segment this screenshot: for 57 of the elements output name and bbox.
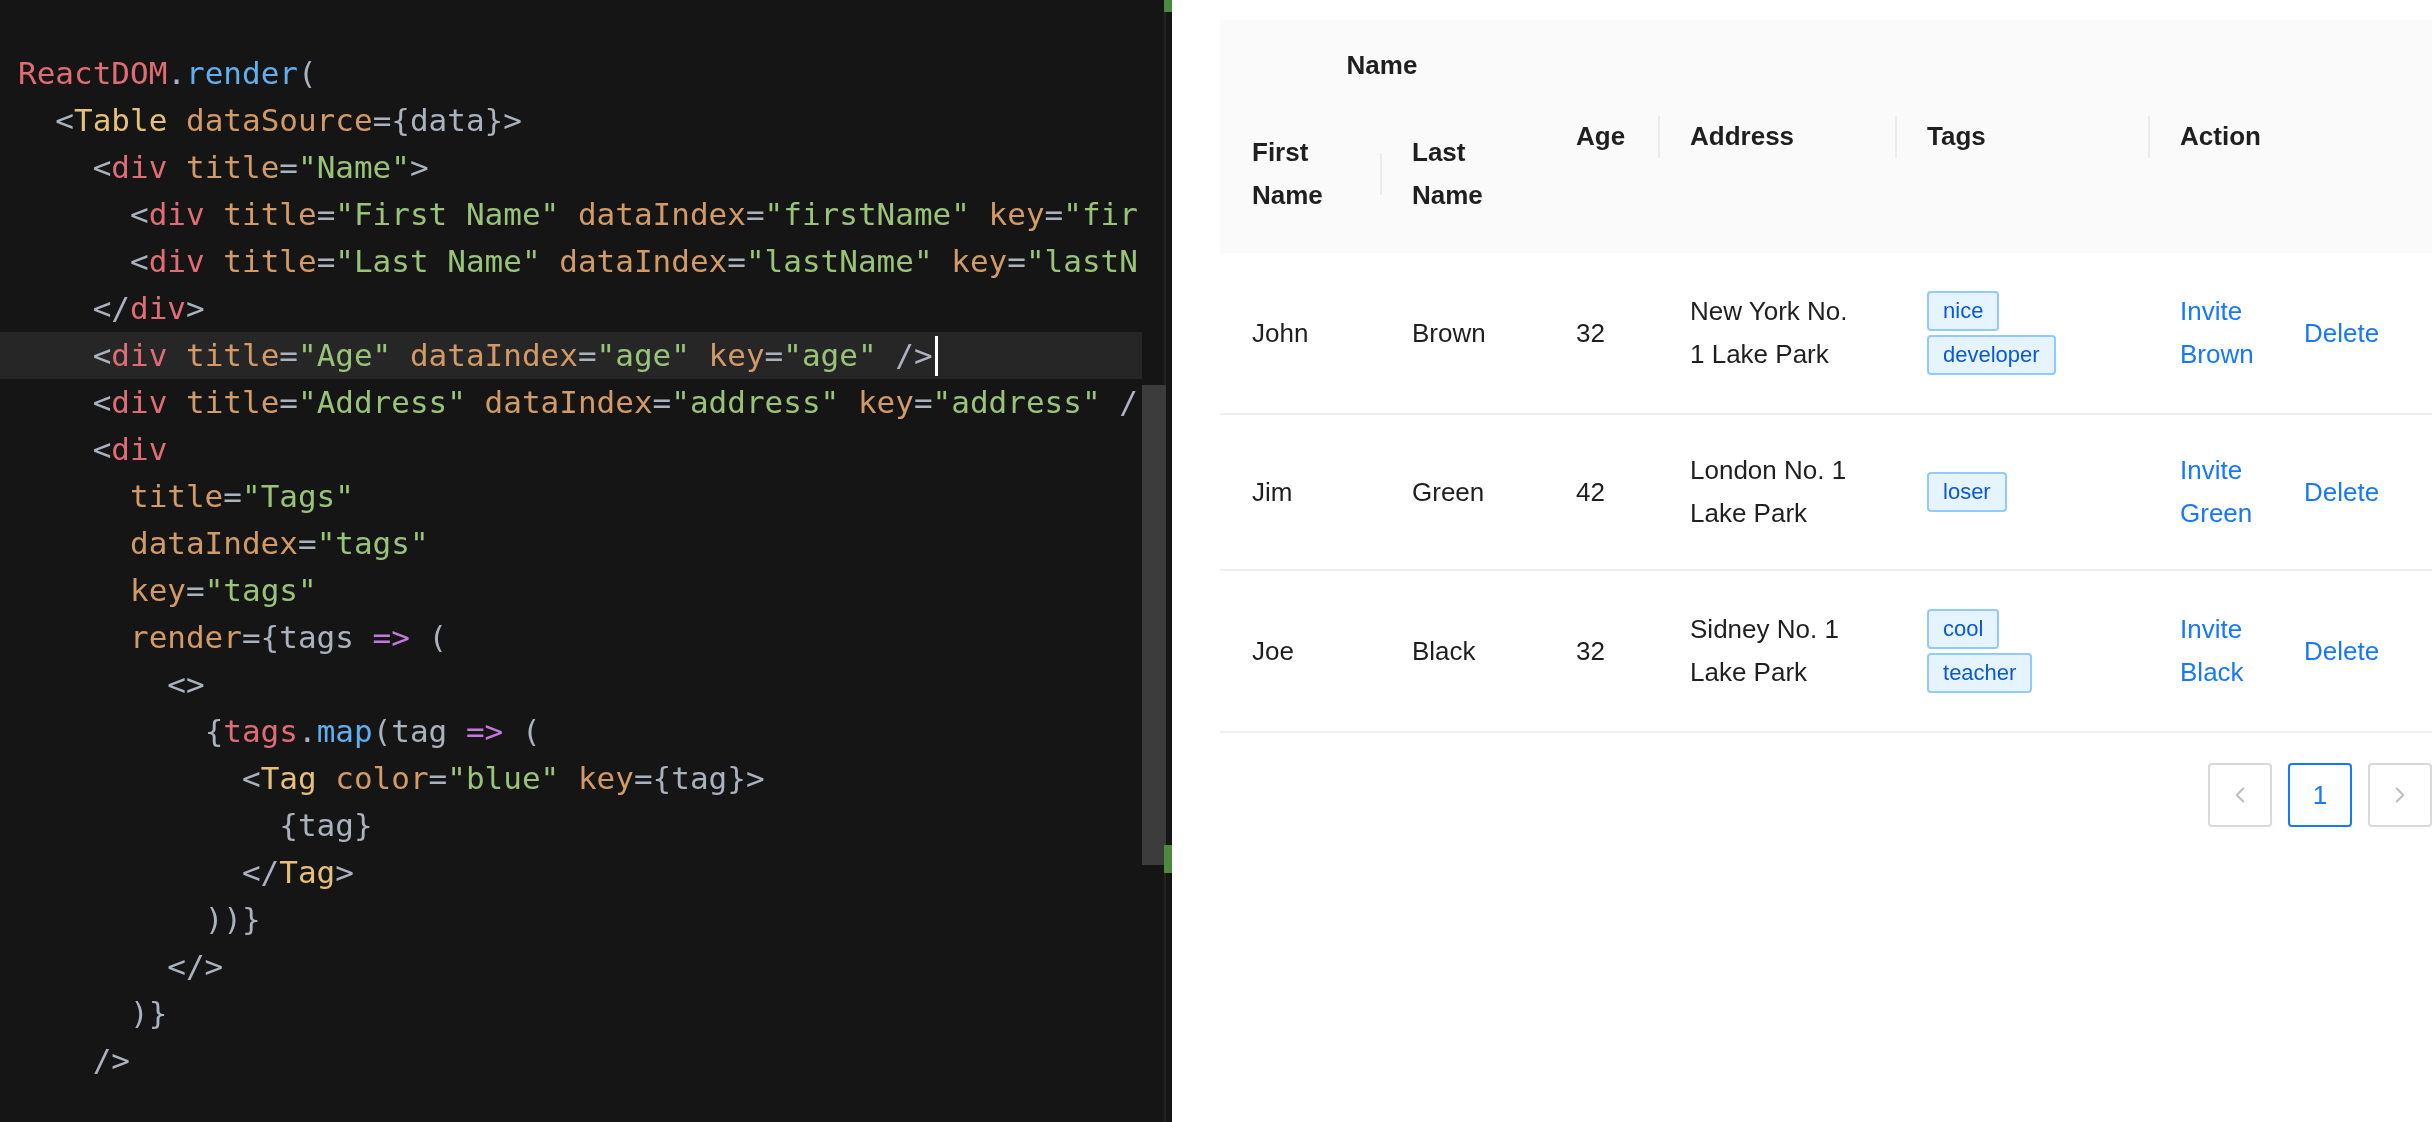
code-line: <div bbox=[92, 430, 168, 469]
code-line: ReactDOM.render( bbox=[18, 54, 317, 93]
code-line: <Table dataSource={data}> bbox=[55, 101, 522, 140]
code-line: <div title="Name"> bbox=[92, 148, 429, 187]
tag: developer bbox=[1927, 335, 2056, 375]
column-header: Address bbox=[1658, 20, 1895, 253]
table-cell: Joe bbox=[1252, 635, 1294, 666]
delete-link[interactable]: Delete bbox=[2304, 629, 2380, 673]
code-line: dataIndex="tags" bbox=[129, 524, 429, 563]
column-header: Last Name bbox=[1380, 95, 1544, 253]
column-header: Name bbox=[1220, 20, 1544, 95]
change-marker bbox=[1164, 845, 1172, 873]
tag: nice bbox=[1927, 291, 2000, 331]
code-line: <div title="Address" dataIndex="address" key="address" / bbox=[92, 383, 1138, 422]
table-cell: Green bbox=[1412, 476, 1485, 507]
table-cell: 32 bbox=[1576, 317, 1605, 348]
column-header: Action bbox=[2148, 20, 2432, 253]
code-line: <Tag color="blue" key={tag}> bbox=[241, 759, 765, 798]
code-line: key="tags" bbox=[129, 571, 317, 610]
code-line: ))} bbox=[204, 900, 261, 939]
code-line: render={tags => ( bbox=[129, 618, 448, 657]
table-cell: Sidney No. 1 Lake Park bbox=[1690, 614, 1839, 687]
tag: cool bbox=[1927, 609, 2000, 649]
delete-link[interactable]: Delete bbox=[2304, 470, 2380, 514]
code-line: title="Tags" bbox=[129, 477, 354, 516]
code-line: </div> bbox=[92, 289, 205, 328]
code-line: <div title="Age" dataIndex="age" key="age" /> bbox=[92, 336, 933, 375]
change-marker bbox=[1164, 0, 1172, 12]
code-line: </> bbox=[167, 947, 224, 986]
code-line: /> bbox=[92, 1041, 130, 1080]
code-line: {tags.map(tag => ( bbox=[204, 712, 541, 751]
table-cell: Brown bbox=[1412, 317, 1486, 348]
table-cell: New York No. 1 Lake Park bbox=[1690, 296, 1848, 369]
scrollbar-thumb[interactable] bbox=[1142, 385, 1166, 865]
table-cell: London No. 1 Lake Park bbox=[1690, 455, 1847, 528]
code-line: <div title="First Name" dataIndex="firstName" key="fir bbox=[129, 195, 1138, 234]
delete-link[interactable]: Delete bbox=[2304, 311, 2380, 355]
column-header: Age bbox=[1544, 20, 1658, 253]
page-button[interactable]: 1 bbox=[2288, 763, 2352, 827]
table-cell: Jim bbox=[1252, 476, 1293, 507]
invite-link[interactable]: Invite Green bbox=[2180, 449, 2270, 535]
tag: teacher bbox=[1927, 653, 2033, 693]
table-cell: John bbox=[1252, 317, 1309, 348]
code-line: <> bbox=[167, 665, 205, 704]
code-line: </Tag> bbox=[241, 853, 354, 892]
text-cursor bbox=[934, 335, 938, 376]
table-cell: Black bbox=[1412, 635, 1476, 666]
invite-link[interactable]: Invite Black bbox=[2180, 608, 2270, 694]
code-line: {tag} bbox=[279, 806, 373, 845]
tag: loser bbox=[1927, 472, 2007, 512]
table-cell: 32 bbox=[1576, 635, 1605, 666]
invite-link[interactable]: Invite Brown bbox=[2180, 290, 2270, 376]
column-header: First Name bbox=[1220, 95, 1380, 253]
table-cell: 42 bbox=[1576, 476, 1605, 507]
column-header: Tags bbox=[1895, 20, 2148, 253]
code-line: <div title="Last Name" dataIndex="lastName" key="lastN bbox=[129, 242, 1138, 281]
code-line: )} bbox=[129, 994, 168, 1033]
